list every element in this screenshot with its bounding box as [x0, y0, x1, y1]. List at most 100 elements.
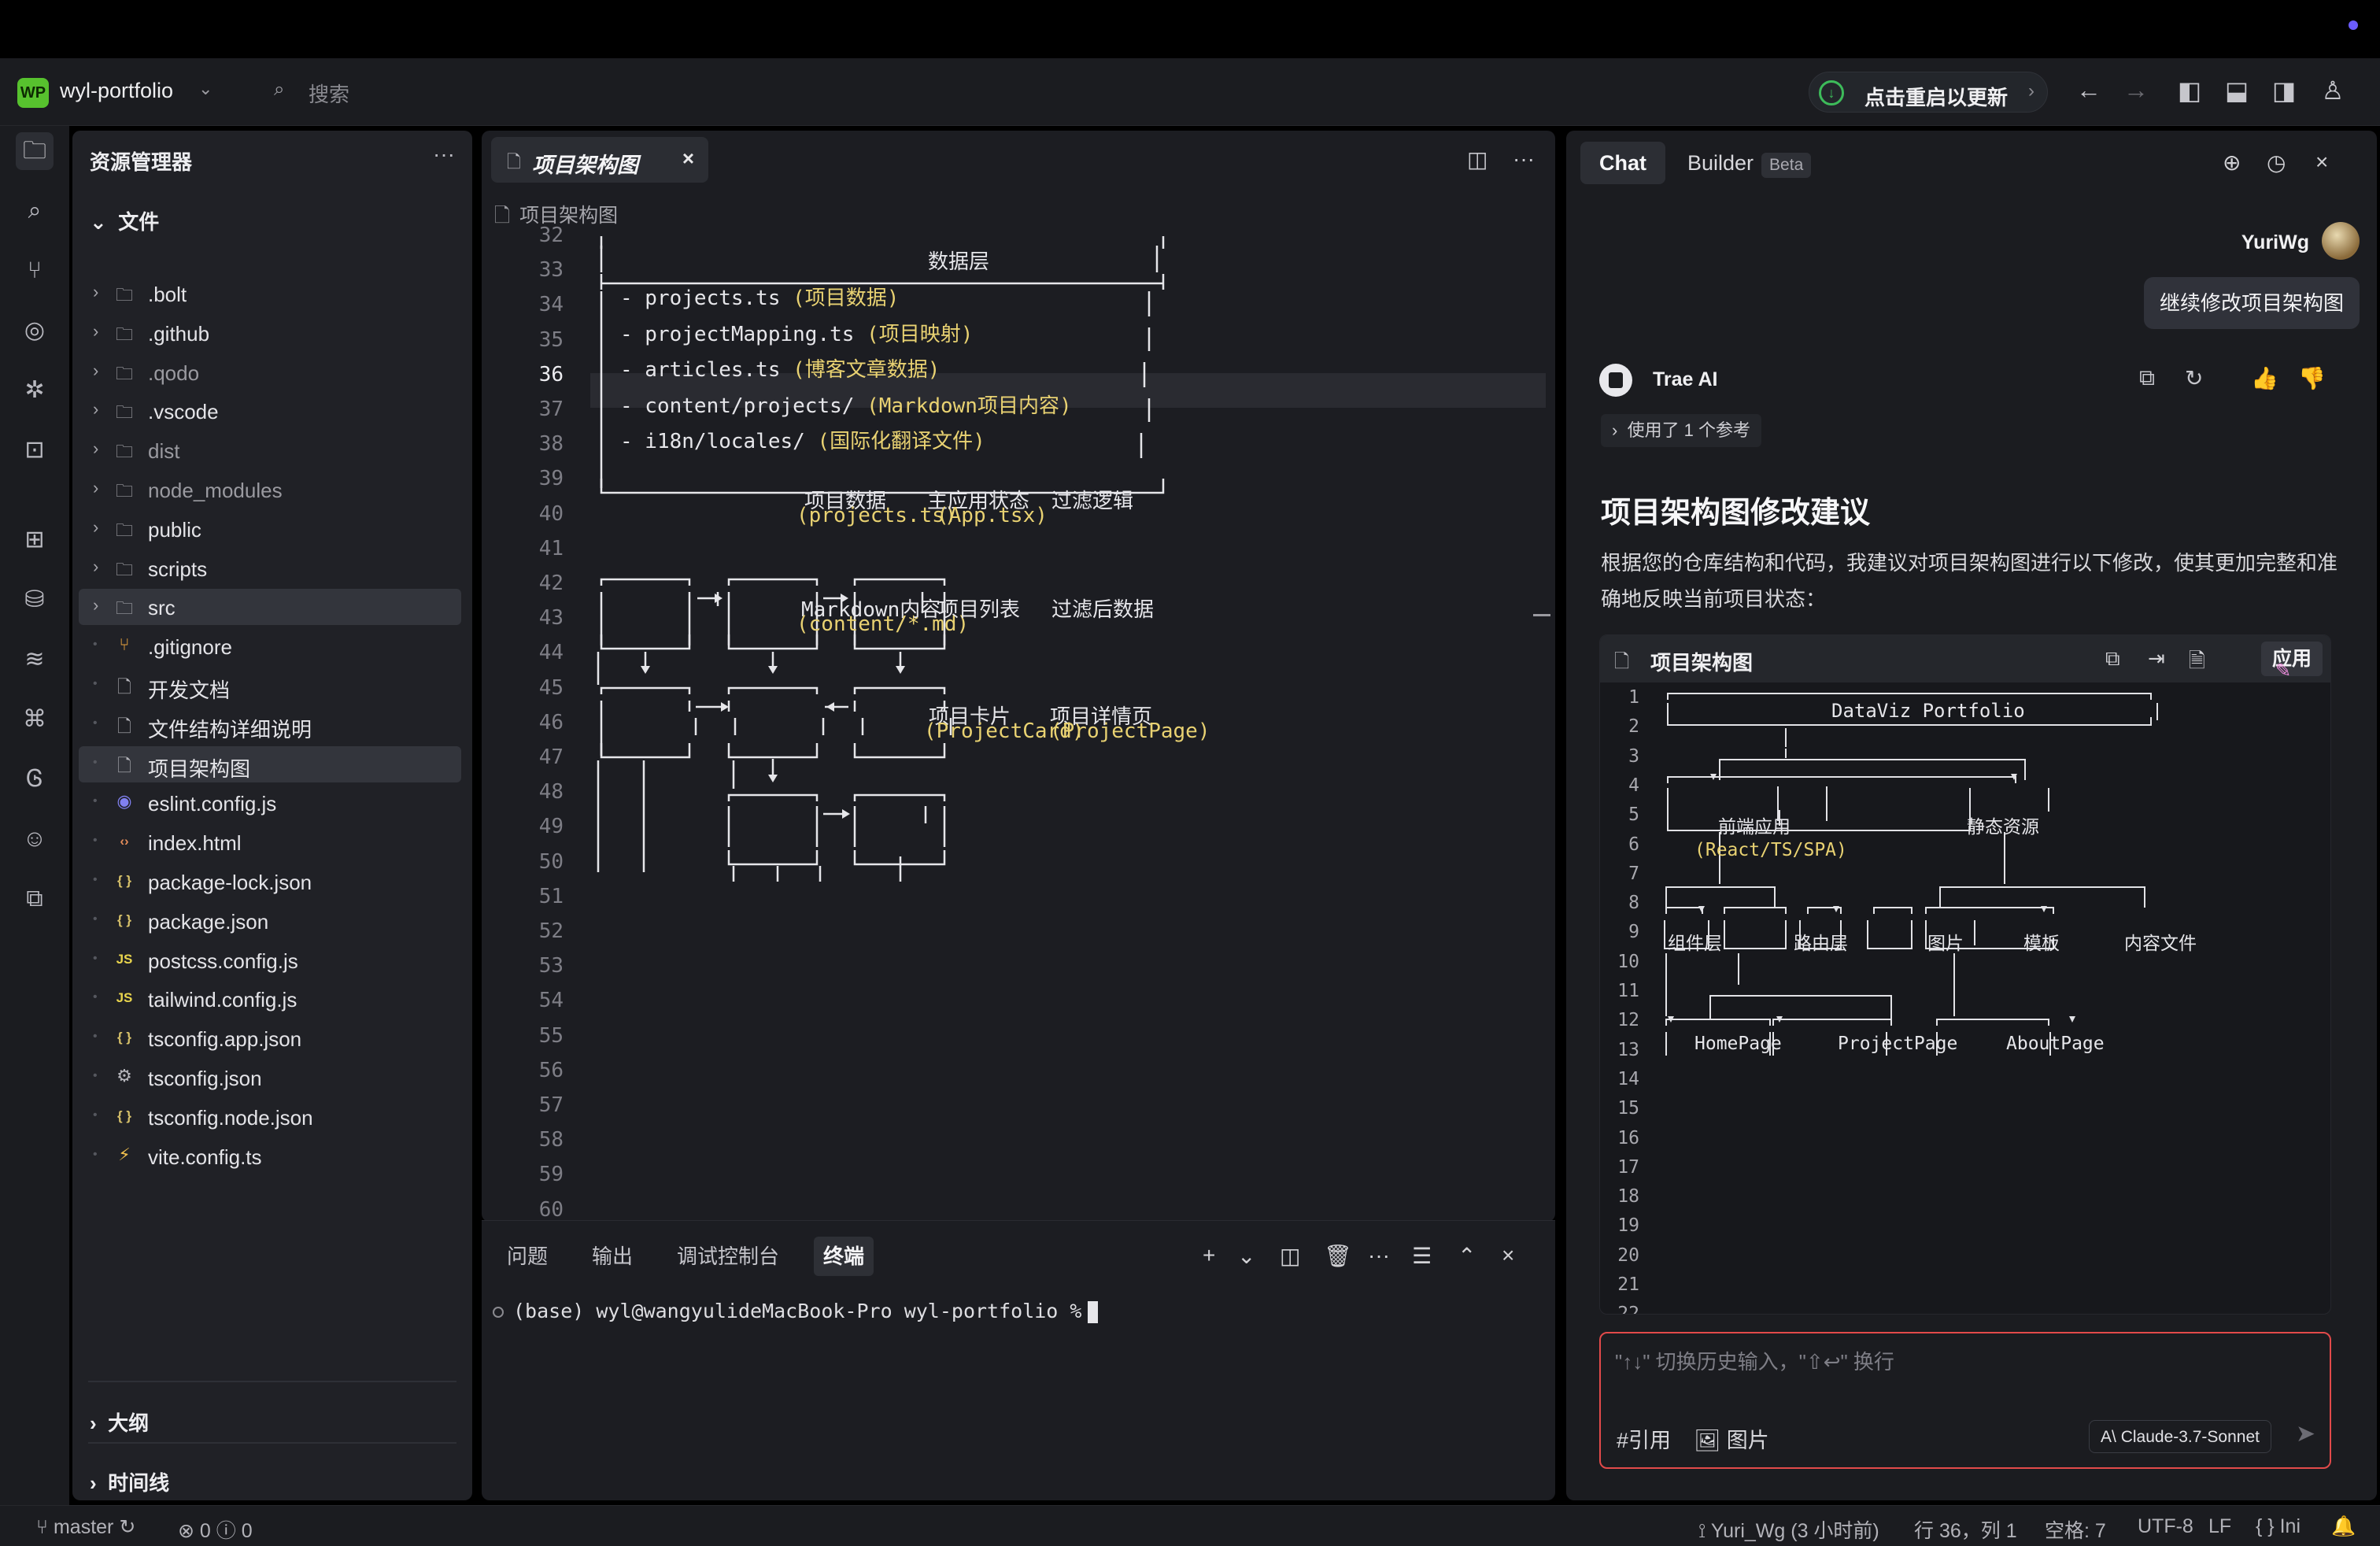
file-item[interactable]: • 🗋 开发文档 — [79, 668, 461, 704]
terminal-prompt-line[interactable]: (base) wyl@wangyulideMacBook-Pro wyl-por… — [493, 1300, 1099, 1323]
chat-input[interactable]: "↑↓" 切换历史输入，"⇧↩" 换行 #引用 🖼 图片 A\ Claude-3… — [1599, 1332, 2331, 1469]
branch-item[interactable]: ⑂ master ↻ — [36, 1515, 135, 1539]
file-item[interactable]: • ⑂ .gitignore — [79, 628, 461, 664]
cursor-position[interactable]: 行 36，列 1 — [1914, 1515, 2017, 1544]
folder-item[interactable]: › 🗀 .bolt — [79, 276, 461, 312]
file-item[interactable]: • { } package.json — [79, 903, 461, 939]
file-item[interactable]: • { } tsconfig.app.json — [79, 1020, 461, 1056]
trash-icon[interactable]: 🗑 — [1324, 1243, 1352, 1269]
folder-item[interactable]: › 🗀 .qodo — [79, 354, 461, 390]
timeline-section-header[interactable]: › 时间线 — [90, 1467, 169, 1496]
chevron-down-icon[interactable]: ⌄ — [1237, 1243, 1255, 1269]
file-item[interactable]: • ⚡ vite.config.ts — [79, 1138, 461, 1174]
g-extension-icon[interactable]: Ꮆ — [16, 760, 54, 798]
folder-item[interactable]: › 🗀 scripts — [79, 550, 461, 586]
close-icon[interactable]: × — [1502, 1243, 1514, 1268]
search-icon[interactable]: ⌕ — [274, 79, 284, 101]
remote-explorer-icon[interactable]: ⧉ — [16, 880, 54, 918]
panel-tab-terminal[interactable]: 终端 — [814, 1237, 874, 1276]
close-icon[interactable]: × — [2315, 150, 2328, 175]
more-icon[interactable]: ··· — [433, 142, 455, 167]
close-icon[interactable]: × — [682, 146, 694, 171]
chevron-up-icon[interactable]: ⌃ — [1458, 1243, 1476, 1269]
explorer-icon[interactable]: 🗀 — [16, 132, 54, 170]
toggle-panel-icon[interactable]: ⬓ — [2221, 76, 2252, 105]
quote-button[interactable]: #引用 — [1617, 1423, 1671, 1454]
model-selector[interactable]: A\ Claude-3.7-Sonnet — [2089, 1420, 2271, 1453]
chevron-down-icon[interactable]: ⌄ — [198, 79, 213, 99]
files-section-header[interactable]: ⌄ 文件 — [90, 206, 159, 235]
toggle-sidebar-icon[interactable]: ◧ — [2174, 76, 2205, 105]
file-item[interactable]: • ◉ eslint.config.js — [79, 785, 461, 821]
copy-icon[interactable]: ⧉ — [2105, 646, 2120, 671]
folder-item[interactable]: › 🗀 node_modules — [79, 472, 461, 508]
debug-icon[interactable]: ✲ — [16, 372, 54, 409]
layers-icon[interactable]: ≋ — [16, 641, 54, 679]
more-icon[interactable]: ··· — [1368, 1243, 1390, 1268]
bell-icon[interactable]: 🔔 — [2331, 1515, 2356, 1538]
file-item[interactable]: • { } tsconfig.node.json — [79, 1099, 461, 1135]
extensions-icon[interactable]: ⊞ — [16, 521, 54, 559]
apply-button[interactable]: ✎ 应用 — [2260, 642, 2323, 682]
file-item[interactable]: • { } package-lock.json — [79, 864, 461, 900]
search-input[interactable]: 搜索 — [309, 79, 349, 108]
panel-tab-output[interactable]: 输出 — [582, 1237, 642, 1276]
folder-item[interactable]: › 🗀 .vscode — [79, 393, 461, 429]
robot-icon[interactable]: ☺ — [16, 820, 54, 858]
python-icon[interactable]: ⌘ — [16, 701, 54, 738]
thumbs-up-icon[interactable]: 👍 — [2251, 365, 2278, 391]
file-item[interactable]: • ‹› index.html — [79, 824, 461, 860]
tab-builder[interactable]: Builder Beta — [1669, 142, 1830, 184]
folder-item[interactable]: › 🗀 dist — [79, 432, 461, 468]
language-mode[interactable]: { } Ini — [2256, 1515, 2301, 1538]
restart-update-button[interactable]: ↓ 点击重启以更新 › — [1809, 72, 2048, 113]
folder-item[interactable]: › 🗀 public — [79, 511, 461, 547]
thumbs-down-icon[interactable]: 👎 — [2298, 365, 2326, 391]
reference-chip[interactable]: › 使用了 1 个参考 — [1601, 414, 1762, 447]
folder-item[interactable]: › 🗀 .github — [79, 315, 461, 351]
indentation[interactable]: 空格: 7 — [2045, 1515, 2106, 1544]
file-icon: 🗋 — [507, 152, 521, 172]
outline-section-header[interactable]: › 大纲 — [90, 1407, 149, 1437]
new-file-icon[interactable]: 🗎 — [2189, 646, 2205, 681]
file-item[interactable]: • 🗋 文件结构详细说明 — [79, 707, 461, 743]
workspace-badge[interactable]: WP — [17, 78, 49, 108]
git-blame-item[interactable]: ⟟ Yuri_Wg (3 小时前) — [1698, 1515, 1879, 1544]
split-terminal-icon[interactable]: ◫ — [1280, 1243, 1300, 1269]
more-icon[interactable]: ··· — [1513, 146, 1535, 172]
insert-icon[interactable]: ⇥ — [2148, 646, 2165, 671]
history-icon[interactable]: ◷ — [2267, 150, 2286, 176]
problems-item[interactable]: ⊗ 0 ⓘ 0 — [178, 1515, 253, 1544]
workspace-name[interactable]: wyl-portfolio — [60, 79, 173, 103]
file-item[interactable]: • ⚙ tsconfig.json — [79, 1060, 461, 1096]
terminal-icon[interactable]: ⊡ — [16, 431, 54, 469]
toggle-chat-icon[interactable]: ◨ — [2268, 76, 2300, 105]
folder-item[interactable]: › 🗀 src — [79, 589, 461, 626]
panel-tab-problems[interactable]: 问题 — [497, 1237, 557, 1276]
add-terminal-icon[interactable]: + — [1203, 1243, 1215, 1268]
account-icon[interactable]: ♙ — [2317, 76, 2349, 105]
panel-tab-debug-console[interactable]: 调试控制台 — [667, 1237, 789, 1276]
send-icon[interactable]: ➤ — [2296, 1420, 2315, 1448]
encoding[interactable]: UTF-8 — [2138, 1515, 2193, 1538]
editor-tab[interactable]: 🗋 项目架构图 × — [491, 137, 708, 183]
search-icon[interactable]: ⌕ — [16, 192, 54, 230]
forward-arrow-icon[interactable]: → — [2120, 76, 2152, 105]
file-item[interactable]: • JS postcss.config.js — [79, 942, 461, 978]
settings-sliders-icon[interactable]: ☰ — [1412, 1243, 1432, 1269]
remote-icon[interactable]: ◎ — [16, 312, 54, 350]
file-item[interactable]: • JS tailwind.config.js — [79, 981, 461, 1017]
file-item[interactable]: • 🗋 项目架构图 — [79, 745, 461, 782]
new-chat-icon[interactable]: ⊕ — [2223, 150, 2241, 176]
code-area[interactable]: 32 33 34 35 36 37 38 39 40 41 42 43 44 45 46 47 48 49 50 51… — [482, 224, 1555, 1222]
copy-icon[interactable]: ⧉ — [2139, 365, 2155, 391]
image-button[interactable]: 🖼 图片 — [1694, 1423, 1769, 1454]
database-icon[interactable]: ⛁ — [16, 581, 54, 619]
split-editor-icon[interactable]: ◫ — [1467, 146, 1488, 172]
back-arrow-icon[interactable]: ← — [2073, 76, 2105, 105]
regenerate-icon[interactable]: ↻ — [2185, 365, 2203, 391]
response-heading: 项目架构图修改建议 — [1601, 497, 1871, 530]
tab-chat[interactable]: Chat — [1580, 142, 1665, 184]
source-control-icon[interactable]: ⑂ — [16, 252, 54, 290]
line-ending[interactable]: LF — [2208, 1515, 2231, 1538]
